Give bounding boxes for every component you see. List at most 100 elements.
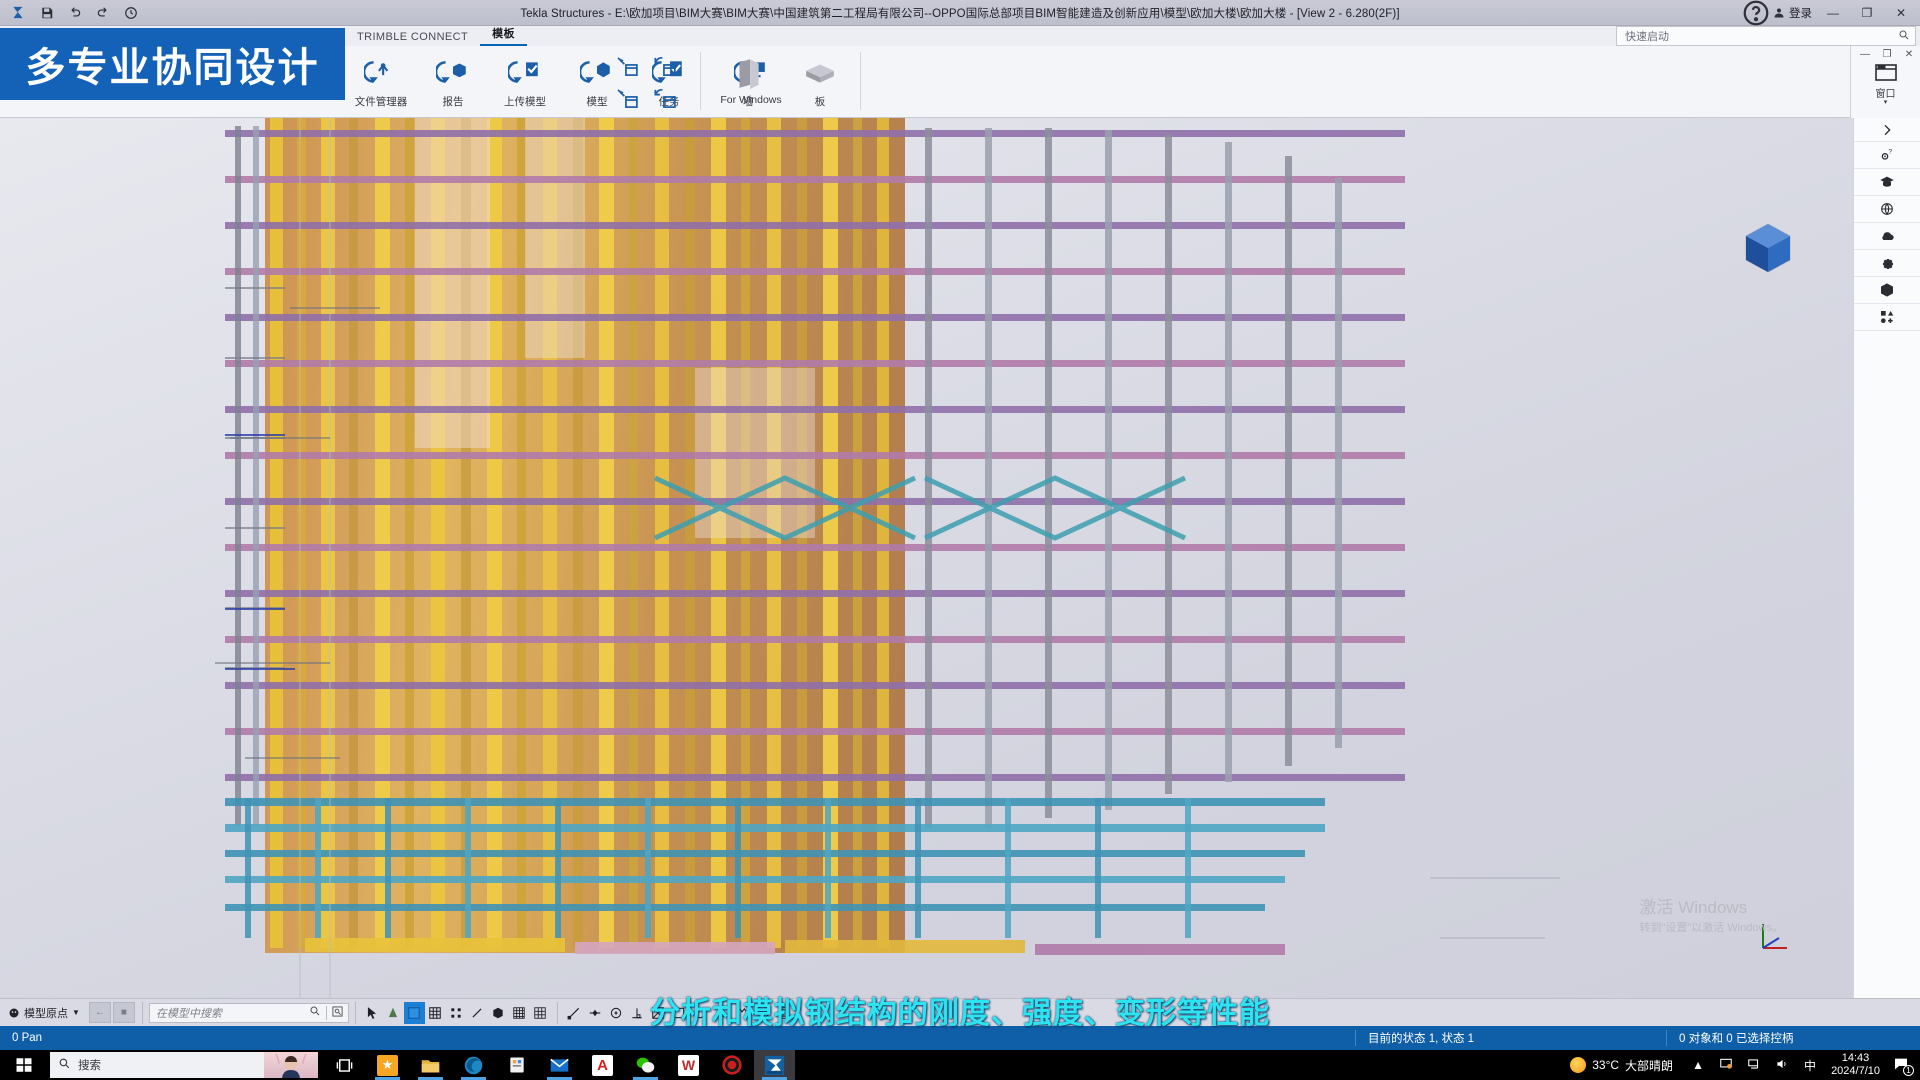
graduation-cap-icon[interactable] xyxy=(1854,169,1920,196)
maximize-button[interactable]: ❐ xyxy=(1850,0,1884,26)
sub-minimize-button[interactable]: — xyxy=(1854,49,1876,60)
taskbar-app-star[interactable]: ★ xyxy=(367,1050,408,1080)
volume-icon[interactable] xyxy=(1769,1057,1795,1074)
window-button[interactable]: 窗口 ▾ xyxy=(1851,62,1920,106)
search-icon[interactable] xyxy=(304,1005,326,1020)
taskbar-app-mail[interactable] xyxy=(539,1050,580,1080)
snap-circle-icon[interactable] xyxy=(690,1002,711,1024)
windows-start-icon[interactable] xyxy=(0,1050,48,1080)
chevron-right-icon[interactable] xyxy=(1854,118,1920,142)
search-icon xyxy=(50,1057,78,1073)
chevron-up-icon[interactable]: ▲ xyxy=(1685,1058,1711,1072)
snap-free-icon[interactable] xyxy=(732,1002,753,1024)
ribbon-item-slab[interactable]: 板 xyxy=(784,48,856,109)
apps-grid-icon[interactable] xyxy=(1854,304,1920,331)
origin-selector[interactable]: 模型原点 ▼ xyxy=(0,1002,88,1023)
select-line-icon[interactable] xyxy=(467,1002,488,1024)
close-button[interactable]: ✕ xyxy=(1884,0,1918,26)
taskbar-weather[interactable]: 33°C 大部晴朗 xyxy=(1570,1057,1683,1074)
sub-close-button[interactable]: ✕ xyxy=(1898,49,1920,60)
ime-icon[interactable]: 中 xyxy=(1797,1057,1823,1074)
snap-perp-icon[interactable] xyxy=(627,1002,648,1024)
snap-any-icon[interactable] xyxy=(711,1002,732,1024)
taskbar-app-microsoft-edge[interactable] xyxy=(453,1050,494,1080)
select-mesh-icon[interactable] xyxy=(530,1002,551,1024)
toolbar-divider-4 xyxy=(800,1001,802,1024)
save-icon[interactable] xyxy=(34,2,60,24)
select-component-icon[interactable] xyxy=(383,1002,404,1024)
monitor-share-icon[interactable] xyxy=(1713,1057,1739,1074)
upload-model-icon xyxy=(508,53,542,93)
windows-taskbar: 搜索 ★ A W 33°C 大部晴朗 ▲ 中 14:43 2024/7/10 1 xyxy=(0,1050,1920,1080)
notification-count: 1 xyxy=(1903,1064,1914,1076)
open-view2-icon[interactable] xyxy=(608,82,646,114)
taskbar-app-autocad[interactable]: A xyxy=(582,1050,623,1080)
ribbon-item-label: 报告 xyxy=(442,96,464,108)
taskbar-clock[interactable]: 14:43 2024/7/10 xyxy=(1825,1052,1886,1078)
minimize-button[interactable]: — xyxy=(1816,0,1850,26)
help-gear-icon[interactable]: ? xyxy=(1854,142,1920,169)
hourglass-icon[interactable] xyxy=(774,1002,795,1024)
select-assembly-icon[interactable] xyxy=(425,1002,446,1024)
help-icon[interactable] xyxy=(1741,0,1771,26)
undo-icon[interactable] xyxy=(62,2,88,24)
snap-center-icon[interactable] xyxy=(606,1002,627,1024)
ribbon-item-report[interactable]: 报告 xyxy=(417,48,489,109)
wall-icon xyxy=(731,53,765,93)
cube-icon[interactable] xyxy=(1854,277,1920,304)
globe-icon[interactable] xyxy=(1854,196,1920,223)
select-grid-icon[interactable] xyxy=(509,1002,530,1024)
snap-midpoint-icon[interactable] xyxy=(585,1002,606,1024)
origin-next-button[interactable]: ■ xyxy=(112,1002,135,1023)
refresh-view-icon[interactable] xyxy=(646,50,684,82)
origin-prev-button[interactable]: ← xyxy=(88,1002,111,1023)
refresh-view2-icon[interactable] xyxy=(646,82,684,114)
snap-box-icon[interactable] xyxy=(669,1002,690,1024)
right-icon-rail: ? xyxy=(1853,118,1920,998)
select-part-icon[interactable] xyxy=(488,1002,509,1024)
status-pan: 0 Pan xyxy=(12,1032,43,1044)
model-viewport[interactable]: 激活 Windows 转到"设置"以激活 Windows。 xyxy=(0,118,1853,998)
history-icon[interactable] xyxy=(118,2,144,24)
task-view-icon[interactable] xyxy=(324,1050,365,1080)
redo-icon[interactable] xyxy=(90,2,116,24)
navigation-cube[interactable] xyxy=(1738,218,1798,278)
chevron-down-icon[interactable]: ▼ xyxy=(72,1008,80,1017)
taskbar-app-wps-word[interactable]: W xyxy=(668,1050,709,1080)
select-points-icon[interactable] xyxy=(446,1002,467,1024)
open-view-icon[interactable] xyxy=(608,50,646,82)
chevron-down-icon[interactable]: ▾ xyxy=(1884,99,1888,106)
sub-restore-button[interactable]: ❐ xyxy=(1876,49,1898,60)
snap-end-icon[interactable] xyxy=(564,1002,585,1024)
advanced-search-icon[interactable] xyxy=(325,1005,348,1020)
quick-launch-box[interactable]: 快速启动 xyxy=(1616,26,1916,46)
ribbon-item-upload-model[interactable]: 上传模型 xyxy=(489,48,561,109)
model-search-box[interactable]: 在模型中搜索 xyxy=(148,1002,349,1023)
tab-template[interactable]: 模板 xyxy=(480,23,527,46)
network-icon[interactable] xyxy=(1741,1057,1767,1074)
taskbar-app-wechat[interactable] xyxy=(625,1050,666,1080)
taskbar-search-box[interactable]: 搜索 xyxy=(50,1052,318,1078)
ortho-icon[interactable] xyxy=(753,1002,774,1024)
gear-icon[interactable] xyxy=(1854,250,1920,277)
taskbar-app-store[interactable] xyxy=(496,1050,537,1080)
cloud-icon[interactable] xyxy=(1854,223,1920,250)
search-icon[interactable] xyxy=(1893,29,1915,44)
sub-window-chrome: — ❐ ✕ 窗口 ▾ xyxy=(1850,46,1920,118)
quick-access-toolbar[interactable] xyxy=(30,2,144,24)
clock-time: 14:43 xyxy=(1841,1052,1870,1064)
taskbar-app-recorder[interactable] xyxy=(711,1050,752,1080)
cursor-arrow-icon[interactable] xyxy=(362,1002,383,1024)
tab-trimble-connect[interactable]: TRIMBLE CONNECT xyxy=(345,29,480,46)
select-object-icon[interactable] xyxy=(403,1001,425,1024)
taskbar-app-tekla-structures[interactable] xyxy=(754,1050,795,1080)
toolbar-divider-3 xyxy=(556,1001,558,1024)
snap-nearest-icon[interactable] xyxy=(648,1002,669,1024)
taskbar-app-file-explorer[interactable] xyxy=(410,1050,451,1080)
ribbon-item-file-manager[interactable]: 文件管理器 xyxy=(345,48,417,109)
notification-icon[interactable]: 1 xyxy=(1888,1056,1914,1076)
ribbon-item-wall[interactable]: 墙 xyxy=(712,48,784,109)
status-bar: 0 Pan 目前的状态 1, 状态 1 0 对象和 0 已选择控柄 xyxy=(0,1026,1920,1050)
login-button[interactable]: 登录 xyxy=(1771,5,1816,21)
sun-cloud-icon xyxy=(1570,1057,1587,1073)
